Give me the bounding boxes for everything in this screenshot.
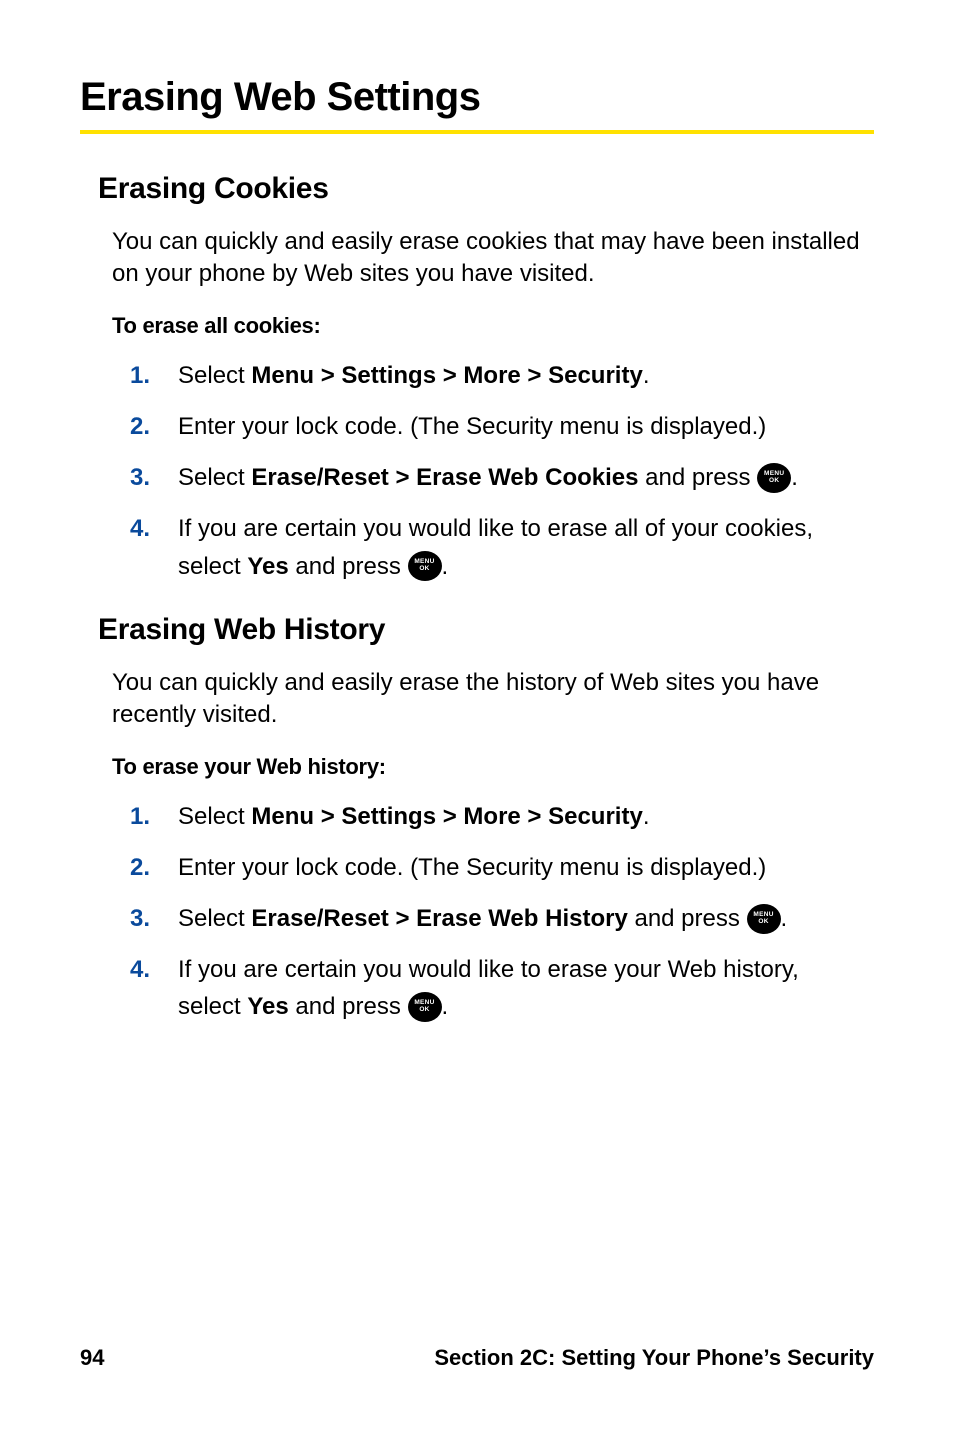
list-item: Select Menu > Settings > More > Security… [130,357,864,394]
yes-text: Yes [247,553,288,580]
step-text: and press [289,993,408,1020]
list-item: If you are certain you would like to era… [130,510,864,584]
menu-ok-icon: MENU OK [747,904,781,934]
icon-label: MENU OK [414,1000,434,1014]
step-text: . [643,803,650,830]
icon-label: MENU OK [753,912,773,926]
step-text: and press [289,553,408,580]
heading-erasing-cookies: Erasing Cookies [98,172,874,206]
yes-text: Yes [247,993,288,1020]
step-text: . [791,464,798,491]
step-text: . [442,553,449,580]
step-text: Select [178,464,251,491]
step-text: Enter your lock code. (The Security menu… [178,413,766,440]
step-text: and press [638,464,757,491]
list-item: Enter your lock code. (The Security menu… [130,849,864,886]
list-item: If you are certain you would like to era… [130,951,864,1025]
cookies-intro-text: You can quickly and easily erase cookies… [112,226,864,291]
list-item: Select Erase/Reset > Erase Web Cookies a… [130,459,864,496]
icon-label: MENU OK [414,559,434,573]
step-text: and press [628,905,747,932]
cookies-instruction-label: To erase all cookies: [112,313,874,339]
section-label: Section 2C: Setting Your Phone’s Securit… [434,1345,874,1371]
menu-ok-icon: MENU OK [757,463,791,493]
menu-path-text: Menu > Settings > More > Security [251,803,642,830]
step-text: Select [178,362,251,389]
list-item: Enter your lock code. (The Security menu… [130,408,864,445]
step-text: . [781,905,788,932]
heading-erasing-web-history: Erasing Web History [98,613,874,647]
list-item: Select Erase/Reset > Erase Web History a… [130,900,864,937]
icon-label: MENU OK [764,471,784,485]
title-underline [80,130,874,134]
list-item: Select Menu > Settings > More > Security… [130,798,864,835]
step-text: . [643,362,650,389]
menu-ok-icon: MENU OK [408,551,442,581]
step-text: . [442,993,449,1020]
history-intro-text: You can quickly and easily erase the his… [112,667,864,732]
cookies-steps-list: Select Menu > Settings > More > Security… [130,357,864,585]
step-text: Select [178,803,251,830]
page-number: 94 [80,1345,104,1371]
menu-ok-icon: MENU OK [408,992,442,1022]
menu-path-text: Erase/Reset > Erase Web History [251,905,627,932]
menu-path-text: Erase/Reset > Erase Web Cookies [251,464,638,491]
step-text: Select [178,905,251,932]
step-text: Enter your lock code. (The Security menu… [178,854,766,881]
page-title: Erasing Web Settings [80,75,874,120]
menu-path-text: Menu > Settings > More > Security [251,362,642,389]
history-steps-list: Select Menu > Settings > More > Security… [130,798,864,1026]
page-footer: 94 Section 2C: Setting Your Phone’s Secu… [80,1345,874,1371]
history-instruction-label: To erase your Web history: [112,754,874,780]
